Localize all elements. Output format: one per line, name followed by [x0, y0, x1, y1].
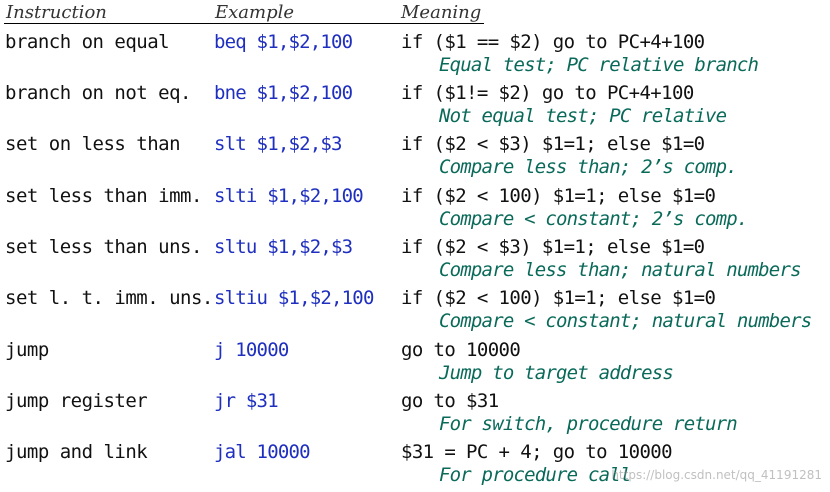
- instruction-comment: Compare < constant; 2’s comp.: [439, 208, 748, 230]
- table-header: Instruction Example Meaning: [4, 1, 484, 24]
- instruction-meaning: if ($2 < 100) $1=1; else $1=0: [401, 287, 716, 309]
- instruction-table-page: Instruction Example Meaning branch on eq…: [0, 0, 830, 492]
- instruction-comment: For switch, procedure return: [439, 413, 738, 435]
- instruction-example: sltu $1,$2,$3: [214, 236, 353, 258]
- instruction-example: beq $1,$2,100: [214, 31, 353, 53]
- instruction-name: set l. t. imm. uns.: [5, 287, 213, 309]
- header-meaning: Meaning: [401, 2, 482, 23]
- instruction-example: jal 10000: [214, 441, 311, 463]
- table-row: set less than imm. slti $1,$2,100 if ($2…: [0, 181, 830, 232]
- instruction-comment: Jump to target address: [439, 362, 674, 384]
- table-row: jump j 10000 go to 10000 Jump to target …: [0, 335, 830, 386]
- instruction-meaning: go to 10000: [401, 339, 521, 361]
- instruction-meaning: if ($1!= $2) go to PC+4+100: [401, 82, 694, 104]
- instruction-example: slt $1,$2,$3: [214, 133, 342, 155]
- instruction-name: set on less than: [5, 133, 181, 155]
- instruction-name: set less than uns.: [5, 236, 202, 258]
- instruction-comment: Compare less than; 2’s comp.: [439, 156, 738, 178]
- header-instruction: Instruction: [6, 2, 107, 23]
- table-row: jump register jr $31 go to $31 For switc…: [0, 386, 830, 437]
- instruction-name: jump and link: [5, 441, 148, 463]
- header-example: Example: [215, 2, 295, 23]
- instruction-name: jump register: [5, 390, 148, 412]
- instruction-example: sltiu $1,$2,100: [214, 287, 374, 309]
- instruction-comment: Compare less than; natural numbers: [439, 259, 802, 281]
- instruction-example: j 10000: [214, 339, 289, 361]
- instruction-comment: Not equal test; PC relative: [439, 105, 727, 127]
- instruction-comment: Compare < constant; natural numbers: [439, 310, 812, 332]
- instruction-name: branch on not eq.: [5, 82, 191, 104]
- table-row: branch on not eq. bne $1,$2,100 if ($1!=…: [0, 78, 830, 129]
- instruction-comment: Equal test; PC relative branch: [439, 54, 759, 76]
- instruction-example: jr $31: [214, 390, 279, 412]
- table-row: set on less than slt $1,$2,$3 if ($2 < $…: [0, 129, 830, 180]
- instruction-comment: For procedure call: [439, 464, 631, 486]
- instruction-meaning: go to $31: [401, 390, 499, 412]
- instruction-name: branch on equal: [5, 31, 170, 53]
- instruction-name: set less than imm.: [5, 185, 202, 207]
- table-row: set less than uns. sltu $1,$2,$3 if ($2 …: [0, 232, 830, 283]
- instruction-meaning: if ($1 == $2) go to PC+4+100: [401, 31, 705, 53]
- instruction-meaning: $31 = PC + 4; go to 10000: [401, 441, 673, 463]
- instruction-meaning: if ($2 < $3) $1=1; else $1=0: [401, 133, 705, 155]
- instruction-example: bne $1,$2,100: [214, 82, 353, 104]
- instruction-example: slti $1,$2,100: [214, 185, 364, 207]
- watermark-text: https://blog.csdn.net/qq_41191281: [611, 468, 822, 482]
- instruction-meaning: if ($2 < $3) $1=1; else $1=0: [401, 236, 705, 258]
- table-row: set l. t. imm. uns. sltiu $1,$2,100 if (…: [0, 283, 830, 334]
- table-row: branch on equal beq $1,$2,100 if ($1 == …: [0, 27, 830, 78]
- instruction-meaning: if ($2 < 100) $1=1; else $1=0: [401, 185, 716, 207]
- instruction-name: jump: [5, 339, 49, 361]
